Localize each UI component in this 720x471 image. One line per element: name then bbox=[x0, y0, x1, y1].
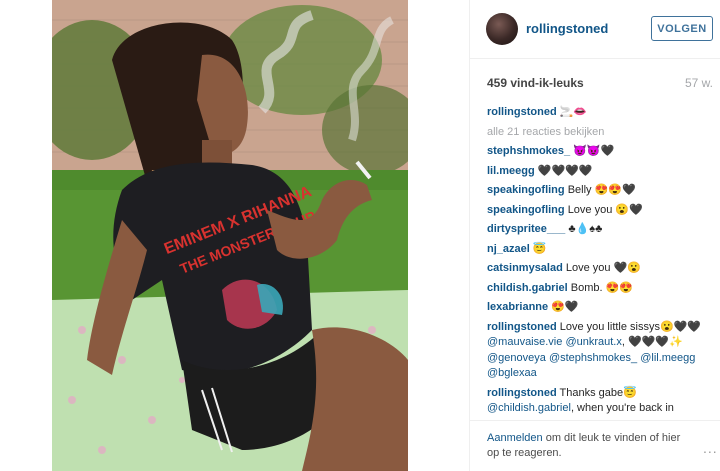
mention-link[interactable]: @childish.gabriel bbox=[487, 402, 571, 414]
comment-username[interactable]: catsinmysalad bbox=[487, 262, 563, 274]
comment: lexabrianne 😍🖤 bbox=[487, 300, 713, 316]
comment-text: ♣💧♠♣ bbox=[568, 223, 603, 235]
login-prompt: Aanmelden om dit leuk te vinden of hier … bbox=[487, 431, 687, 461]
post-header: rollingstoned VOLGEN bbox=[470, 0, 720, 59]
comment-text: 😇 bbox=[532, 242, 547, 255]
footer-divider bbox=[470, 420, 720, 421]
comment-username[interactable]: lil.meegg bbox=[487, 165, 535, 177]
author-username[interactable]: rollingstoned bbox=[526, 21, 608, 36]
comment-text: Thanks gabe😇 bbox=[559, 386, 637, 399]
comment-text: Love you 😮🖤 bbox=[567, 203, 643, 216]
comment-text: 🖤🖤🖤🖤 bbox=[537, 164, 593, 177]
comment-text: Love you 🖤😮 bbox=[565, 262, 641, 274]
comment: dirtyspritee___ ♣💧♠♣ bbox=[487, 222, 713, 238]
avatar[interactable] bbox=[486, 13, 518, 45]
likes-row: 459 vind-ik-leuks 57 w. bbox=[487, 76, 713, 92]
mention-link[interactable]: @stephshmokes_ bbox=[549, 352, 637, 364]
comment-username[interactable]: lexabrianne bbox=[487, 301, 548, 313]
caption: rollingstoned 🚬👄 bbox=[487, 105, 713, 121]
mention-link[interactable]: @bglexaa bbox=[487, 367, 537, 379]
comment: stephshmokes_ 😈😈🖤 bbox=[487, 144, 713, 160]
comment-text: , 🖤🖤🖤✨ bbox=[621, 336, 683, 348]
caption-text: 🚬👄 bbox=[559, 106, 588, 118]
photo-illustration: EMINEM X RIHANNA THE MONSTER TOUR bbox=[52, 0, 408, 471]
comment-username[interactable]: rollingstoned bbox=[487, 387, 557, 399]
mention-link[interactable]: @mauvaise.vie bbox=[487, 336, 562, 348]
login-link[interactable]: Aanmelden bbox=[487, 432, 543, 444]
view-all-comments-link[interactable]: alle 21 reacties bekijken bbox=[487, 125, 713, 141]
mention-link[interactable]: @unkraut.x bbox=[565, 336, 621, 348]
comment-username[interactable]: childish.gabriel bbox=[487, 282, 568, 294]
comment-username[interactable]: rollingstoned bbox=[487, 321, 557, 333]
comment-username[interactable]: speakingofling bbox=[487, 204, 565, 216]
comment-text: Love you little sissys😮🖤🖤 bbox=[559, 320, 702, 333]
comment-text: Belly 😍😍🖤 bbox=[567, 184, 636, 196]
comment-text: 😍🖤 bbox=[551, 301, 579, 313]
comment: speakingofling Belly 😍😍🖤 bbox=[487, 183, 713, 199]
comment-username[interactable]: stephshmokes_ bbox=[487, 145, 570, 157]
follow-button[interactable]: VOLGEN bbox=[651, 16, 713, 41]
caption-username[interactable]: rollingstoned bbox=[487, 106, 557, 118]
comment-username[interactable]: dirtyspritee___ bbox=[487, 223, 565, 235]
comment-username[interactable]: nj_azael bbox=[487, 243, 530, 255]
likes-count[interactable]: 459 vind-ik-leuks bbox=[487, 76, 584, 90]
comment-text: , when you're back in bbox=[570, 402, 674, 414]
comment-text: 😈😈🖤 bbox=[573, 145, 615, 157]
comment: nj_azael 😇 bbox=[487, 242, 713, 258]
comment: catsinmysalad Love you 🖤😮 bbox=[487, 261, 713, 277]
comment: speakingofling Love you 😮🖤 bbox=[487, 203, 713, 219]
post-details-panel: rollingstoned VOLGEN 459 vind-ik-leuks 5… bbox=[469, 0, 720, 471]
comment: childish.gabriel Bomb. 😍😍 bbox=[487, 281, 713, 297]
comment: rollingstoned Thanks gabe😇 @childish.gab… bbox=[487, 386, 713, 417]
post-age[interactable]: 57 w. bbox=[685, 76, 713, 90]
comment-text: Bomb. 😍😍 bbox=[570, 281, 633, 294]
mention-link[interactable]: @genoveya bbox=[487, 352, 546, 364]
comment: lil.meegg 🖤🖤🖤🖤 bbox=[487, 164, 713, 180]
mention-link[interactable]: @lil.meegg bbox=[640, 352, 695, 364]
comment-username[interactable]: speakingofling bbox=[487, 184, 565, 196]
comment-list: rollingstoned 🚬👄 alle 21 reacties bekijk… bbox=[487, 105, 713, 421]
post-photo[interactable]: EMINEM X RIHANNA THE MONSTER TOUR bbox=[52, 0, 408, 471]
more-options-icon[interactable]: ... bbox=[703, 440, 718, 456]
comment: rollingstoned Love you little sissys😮🖤🖤 … bbox=[487, 320, 713, 382]
